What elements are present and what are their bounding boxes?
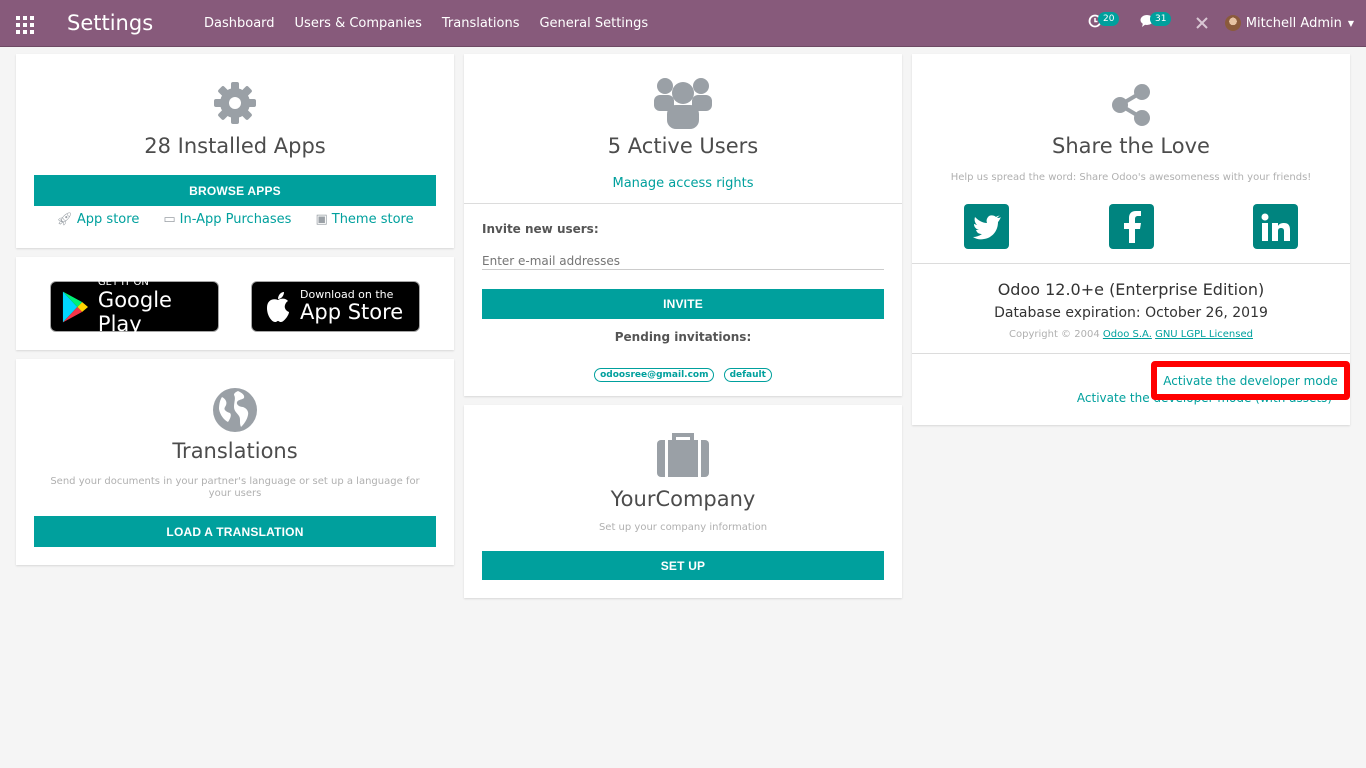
theme-store-label: Theme store [331,212,414,227]
user-menu[interactable]: Mitchell Admin ▼ [1224,15,1354,31]
google-play-icon [62,291,88,322]
company-title: YourCompany [610,487,756,511]
company-card: YourCompany Set up your company informat… [464,405,902,598]
users-icon [464,76,902,134]
twitter-button[interactable] [964,204,1009,249]
linkedin-button[interactable] [1253,204,1298,249]
app-title: Settings [67,11,154,35]
avatar [1224,15,1241,31]
invite-email-input[interactable] [482,252,884,270]
twitter-icon [972,214,1001,239]
license-link[interactable]: GNU LGPL Licensed [1155,329,1253,340]
copyright-text: Copyright © 2004 [1009,329,1100,340]
app-store-small: Download on the [300,288,394,301]
activity-menu[interactable]: 20 [1088,12,1120,32]
pending-invitation-badge[interactable]: odoosree@gmail.com [594,368,715,382]
invite-button[interactable]: INVITE [482,289,884,319]
app-links: 🚀︎ App store ▭ In-App Purchases ▣ Theme … [16,212,454,227]
app-store-link[interactable]: 🚀︎ App store [56,212,139,227]
pending-invitations-label: Pending invitations: [614,330,752,344]
in-app-purchases-label: In-App Purchases [179,212,292,227]
google-play-button[interactable]: GET IT ON Google Play [50,277,219,336]
menu-translations[interactable]: Translations [432,16,530,31]
app-store-big: App Store [300,300,404,324]
globe-icon [16,387,454,437]
main-menu: Dashboard Users & Companies Translations… [194,16,658,31]
odoo-version: Odoo 12.0+e (Enterprise Edition) [997,280,1265,299]
user-name: Mitchell Admin [1245,15,1342,31]
users-card: 5 Active Users Manage access rights Invi… [464,54,902,396]
theme-store-link[interactable]: ▣ Theme store [315,212,413,227]
apps-card: 28 Installed Apps BROWSE APPS 🚀︎ App sto… [16,54,454,248]
mobile-stores-card: GET IT ON Google Play Download on the Ap… [16,257,454,350]
rocket-icon: 🚀︎ [56,212,73,227]
developer-mode-link-container: Activate the developer mode [1157,367,1344,394]
app-store-button[interactable]: Download on the App Store [251,281,420,332]
menu-general-settings[interactable]: General Settings [529,16,658,31]
translations-card: Translations Send your documents in your… [16,359,454,565]
linkedin-icon [1261,213,1290,241]
share-description: Help us spread the word: Share Odoo's aw… [950,172,1312,183]
share-icon [912,82,1350,132]
briefcase-icon [464,432,902,482]
translations-title: Translations [172,439,298,463]
active-users-title: 5 Active Users [607,134,759,158]
set-up-button[interactable]: SET UP [482,551,884,580]
google-play-small: GET IT ON [97,277,149,288]
apple-icon [267,291,289,322]
share-title: Share the Love [1052,134,1210,158]
developer-mode-link[interactable]: Activate the developer mode [1163,374,1337,388]
facebook-button[interactable] [1109,204,1154,249]
load-translation-button[interactable]: LOAD A TRANSLATION [34,516,436,547]
database-expiration: Database expiration: October 26, 2019 [994,305,1268,321]
facebook-icon [1123,210,1141,243]
tools-icon[interactable] [1195,16,1209,34]
money-icon: ▭ [163,212,176,227]
menu-dashboard[interactable]: Dashboard [194,16,285,31]
picture-icon: ▣ [315,212,328,227]
menu-users-companies[interactable]: Users & Companies [285,16,432,31]
manage-access-rights-link[interactable]: Manage access rights [612,176,753,191]
google-play-big: Google Play [97,288,172,336]
invite-users-label: Invite new users: [482,222,599,236]
in-app-purchases-link[interactable]: ▭ In-App Purchases [163,212,291,227]
pending-invitations-list: odoosree@gmail.com default [464,362,902,382]
pending-invitation-badge[interactable]: default [723,368,772,382]
installed-apps-title: 28 Installed Apps [144,134,326,158]
caret-down-icon: ▼ [1347,18,1354,28]
gear-icon [16,80,454,130]
apps-menu-icon[interactable] [16,16,34,34]
translations-description: Send your documents in your partner's la… [50,476,420,499]
messages-badge: 31 [1150,12,1172,26]
top-navbar: Settings Dashboard Users & Companies Tra… [0,0,1366,47]
messaging-menu[interactable]: 31 [1140,12,1172,32]
browse-apps-button[interactable]: BROWSE APPS [34,175,436,206]
company-description: Set up your company information [598,522,768,533]
copyright-line: Copyright © 2004 Odoo S.A. GNU LGPL Lice… [912,329,1350,340]
odoo-sa-link[interactable]: Odoo S.A. [1103,329,1152,340]
app-store-label: App store [76,212,140,227]
activity-badge: 20 [1098,12,1120,26]
